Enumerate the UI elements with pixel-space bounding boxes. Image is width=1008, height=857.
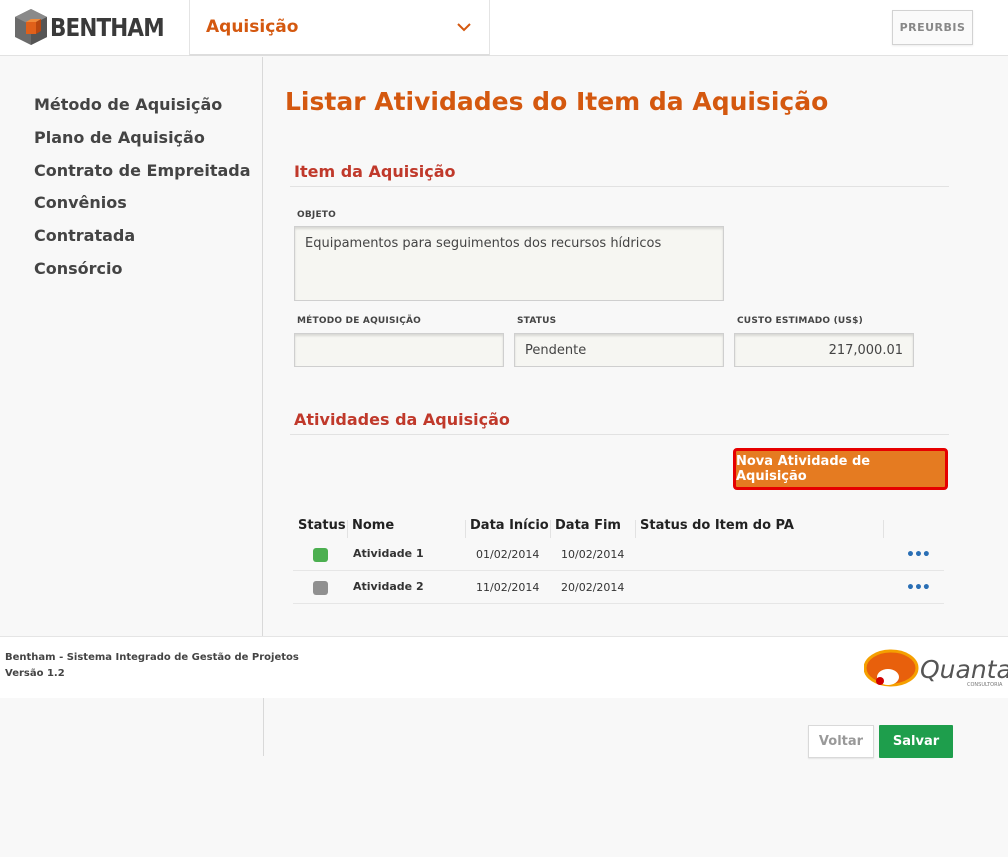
sidebar-item-contrato-empreitada[interactable]: Contrato de Empreitada bbox=[34, 161, 251, 180]
quanta-logo-text: Quanta bbox=[920, 655, 1008, 684]
sidebar-item-metodo-aquisicao[interactable]: Método de Aquisição bbox=[34, 95, 222, 114]
column-header-status-pa[interactable]: Status do Item do PA bbox=[640, 518, 794, 533]
item-section-title: Item da Aquisição bbox=[294, 162, 456, 181]
row-actions-cell: ••• bbox=[906, 538, 931, 571]
section-divider bbox=[290, 186, 949, 187]
footer: Bentham - Sistema Integrado de Gestão de… bbox=[0, 636, 1008, 698]
objeto-label: OBJETO bbox=[297, 210, 336, 220]
more-options-icon[interactable]: ••• bbox=[906, 547, 931, 563]
data-inicio-cell: 11/02/2014 bbox=[476, 581, 540, 594]
page-title: Listar Atividades do Item da Aquisição bbox=[285, 87, 829, 116]
column-header-data-fim[interactable]: Data Fim bbox=[555, 518, 621, 533]
table-row[interactable]: Atividade 2 11/02/2014 20/02/2014 ••• bbox=[293, 571, 944, 604]
data-fim-cell: 10/02/2014 bbox=[561, 548, 625, 561]
status-indicator-icon bbox=[313, 547, 328, 562]
sidebar: Método de Aquisição Plano de Aquisição C… bbox=[0, 57, 263, 636]
status-indicator-icon bbox=[313, 580, 328, 595]
footer-system-name: Bentham - Sistema Integrado de Gestão de… bbox=[5, 652, 299, 663]
custo-label: CUSTO ESTIMADO (US$) bbox=[737, 316, 863, 326]
atividades-section-title: Atividades da Aquisição bbox=[294, 410, 510, 429]
metodo-label: MÉTODO DE AQUISIÇÃO bbox=[297, 316, 422, 326]
sidebar-item-consorcio[interactable]: Consórcio bbox=[34, 259, 123, 278]
quanta-logo: Quanta CONSULTORIA bbox=[864, 649, 1008, 688]
objeto-field[interactable]: Equipamentos para seguimentos dos recurs… bbox=[294, 226, 724, 301]
table-row[interactable]: Atividade 1 01/02/2014 10/02/2014 ••• bbox=[293, 538, 944, 571]
nova-atividade-button[interactable]: Nova Atividade de Aquisição bbox=[733, 448, 948, 490]
bentham-cube-icon bbox=[15, 9, 47, 45]
status-label: STATUS bbox=[517, 316, 557, 326]
metodo-field[interactable] bbox=[294, 333, 504, 367]
bentham-logo[interactable]: BENTHAM bbox=[14, 8, 182, 46]
footer-version: Versão 1.2 bbox=[5, 668, 65, 679]
layout-divider bbox=[263, 698, 264, 756]
column-header-nome[interactable]: Nome bbox=[352, 518, 394, 533]
section-divider bbox=[290, 434, 949, 435]
nome-cell: Atividade 2 bbox=[353, 580, 424, 593]
data-inicio-cell: 01/02/2014 bbox=[476, 548, 540, 561]
row-actions-cell: ••• bbox=[906, 571, 931, 604]
module-dropdown-label: Aquisição bbox=[206, 17, 299, 37]
sidebar-item-contratada[interactable]: Contratada bbox=[34, 226, 135, 245]
salvar-button[interactable]: Salvar bbox=[879, 725, 953, 758]
data-fim-cell: 20/02/2014 bbox=[561, 581, 625, 594]
voltar-button[interactable]: Voltar bbox=[808, 725, 874, 758]
top-header: BENTHAM Aquisição PREURBIS bbox=[0, 0, 1008, 56]
column-header-data-inicio[interactable]: Data Início bbox=[470, 518, 549, 533]
nome-cell: Atividade 1 bbox=[353, 547, 424, 560]
sidebar-item-convenios[interactable]: Convênios bbox=[34, 193, 127, 212]
preurbis-button[interactable]: PREURBIS bbox=[892, 10, 973, 45]
more-options-icon[interactable]: ••• bbox=[906, 580, 931, 596]
sidebar-item-plano-aquisicao[interactable]: Plano de Aquisição bbox=[34, 128, 205, 147]
chevron-down-icon bbox=[457, 22, 471, 31]
status-cell bbox=[313, 571, 328, 604]
custo-field[interactable]: 217,000.01 bbox=[734, 333, 914, 367]
module-dropdown[interactable]: Aquisição bbox=[189, 0, 490, 56]
status-cell bbox=[313, 538, 328, 571]
quanta-logo-tagline: CONSULTORIA bbox=[967, 682, 1003, 688]
status-field[interactable]: Pendente bbox=[514, 333, 724, 367]
column-header-status[interactable]: Status bbox=[298, 518, 346, 533]
brand-name: BENTHAM bbox=[50, 12, 165, 42]
